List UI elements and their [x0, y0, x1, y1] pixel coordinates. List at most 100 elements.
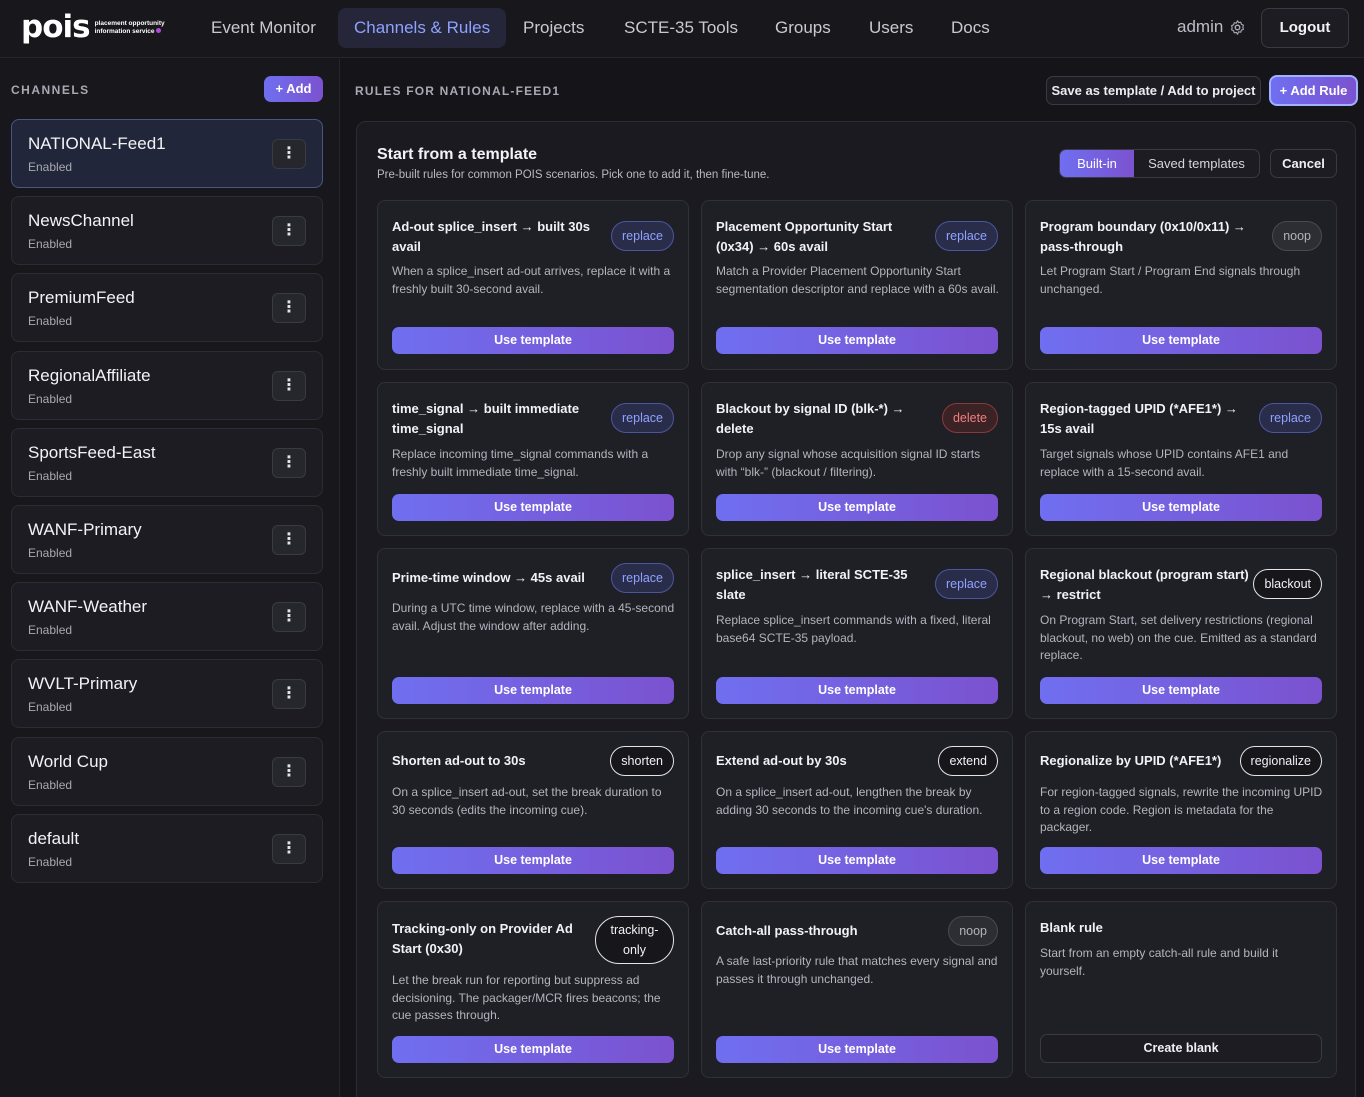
- channel-item-wanf-weather[interactable]: WANF-Weather Enabled ⋮: [11, 582, 323, 651]
- channel-name: RegionalAffiliate: [28, 366, 151, 385]
- channel-item-world-cup[interactable]: World Cup Enabled ⋮: [11, 737, 323, 806]
- current-user-name[interactable]: admin: [1177, 17, 1223, 37]
- template-description: Drop any signal whose acquisition signal…: [716, 447, 981, 479]
- template-title: Shorten ad-out to 30s: [392, 753, 526, 768]
- channel-item-wanf-primary[interactable]: WANF-Primary Enabled ⋮: [11, 505, 323, 574]
- channel-menu-icon[interactable]: ⋮: [272, 602, 306, 632]
- channel-menu-icon[interactable]: ⋮: [272, 834, 306, 864]
- template-panel-subtitle: Pre-built rules for common POIS scenario…: [377, 169, 770, 181]
- channel-name: WVLT-Primary: [28, 674, 138, 693]
- template-card-blank: Blank rule Start from an empty catch-all…: [1025, 901, 1337, 1078]
- use-template-button[interactable]: Use template: [392, 847, 674, 874]
- channel-status: Enabled: [28, 855, 73, 869]
- template-card: time_signal → built immediate time_signa…: [377, 382, 689, 536]
- channel-status: Enabled: [28, 160, 73, 174]
- channel-item-sportsfeed-east[interactable]: SportsFeed-East Enabled ⋮: [11, 428, 323, 497]
- use-template-button[interactable]: Use template: [392, 677, 674, 704]
- use-template-button[interactable]: Use template: [716, 1036, 998, 1063]
- channel-menu-icon[interactable]: ⋮: [272, 139, 306, 169]
- channel-item-newschannel[interactable]: NewsChannel Enabled ⋮: [11, 196, 323, 265]
- action-badge: replace: [935, 569, 998, 599]
- template-card: Region-tagged UPID (*AFE1*) → 15s avail …: [1025, 382, 1337, 536]
- logout-button[interactable]: Logout: [1261, 8, 1349, 48]
- action-badge: noop: [1272, 221, 1322, 251]
- use-template-button[interactable]: Use template: [716, 677, 998, 704]
- template-card: Blackout by signal ID (blk-*) → delete d…: [701, 382, 1013, 536]
- channel-menu-icon[interactable]: ⋮: [272, 679, 306, 709]
- use-template-button[interactable]: Use template: [716, 847, 998, 874]
- logo-wordmark: pois: [21, 9, 91, 45]
- template-description: A safe last-priority rule that matches e…: [716, 954, 998, 986]
- action-badge: replace: [935, 221, 998, 251]
- add-channel-button[interactable]: + Add: [264, 76, 323, 102]
- template-description: On a splice_insert ad-out, set the break…: [392, 785, 662, 817]
- template-card: Catch-all pass-through noop A safe last-…: [701, 901, 1013, 1078]
- template-card: Extend ad-out by 30s extend On a splice_…: [701, 731, 1013, 889]
- channel-menu-icon[interactable]: ⋮: [272, 293, 306, 323]
- channel-item-wvlt-primary[interactable]: WVLT-Primary Enabled ⋮: [11, 659, 323, 728]
- nav-docs[interactable]: Docs: [935, 8, 1006, 48]
- nav-users[interactable]: Users: [853, 8, 929, 48]
- nav-projects[interactable]: Projects: [507, 8, 600, 48]
- channel-status: Enabled: [28, 314, 73, 328]
- tab-built-in[interactable]: Built-in: [1060, 150, 1134, 177]
- template-description: Match a Provider Placement Opportunity S…: [716, 264, 999, 296]
- add-rule-button[interactable]: + Add Rule: [1269, 75, 1358, 106]
- template-description: Replace incoming time_signal commands wi…: [392, 447, 649, 479]
- use-template-button[interactable]: Use template: [716, 494, 998, 521]
- template-picker-panel: Start from a template Pre-built rules fo…: [356, 121, 1356, 1097]
- save-as-template-button[interactable]: Save as template / Add to project: [1046, 76, 1261, 105]
- gear-icon[interactable]: [1229, 19, 1246, 36]
- use-template-button[interactable]: Use template: [716, 327, 998, 354]
- template-card: Prime-time window → 45s avail replace Du…: [377, 548, 689, 719]
- template-description: On a splice_insert ad-out, lengthen the …: [716, 785, 983, 817]
- tab-saved-templates[interactable]: Saved templates: [1134, 150, 1259, 177]
- create-blank-button[interactable]: Create blank: [1040, 1034, 1322, 1063]
- channel-menu-icon[interactable]: ⋮: [272, 371, 306, 401]
- pois-logo[interactable]: pois placement opportunity information s…: [21, 12, 175, 43]
- template-title: Blank rule: [1040, 920, 1103, 935]
- logo-tagline: placement opportunity information servic…: [94, 20, 165, 35]
- template-description: During a UTC time window, replace with a…: [392, 601, 675, 633]
- channel-menu-icon[interactable]: ⋮: [272, 448, 306, 478]
- template-title: Extend ad-out by 30s: [716, 753, 847, 768]
- template-title: Regionalize by UPID (*AFE1*): [1040, 753, 1222, 768]
- nav-groups[interactable]: Groups: [759, 8, 847, 48]
- use-template-button[interactable]: Use template: [1040, 327, 1322, 354]
- template-description: Target signals whose UPID contains AFE1 …: [1040, 447, 1289, 479]
- template-description: Replace splice_insert commands with a fi…: [716, 613, 991, 645]
- template-card: splice_insert → literal SCTE-35 slate re…: [701, 548, 1013, 719]
- nav-channels-rules[interactable]: Channels & Rules: [338, 8, 507, 48]
- nav-event-monitor[interactable]: Event Monitor: [195, 8, 332, 48]
- use-template-button[interactable]: Use template: [392, 494, 674, 521]
- channel-menu-icon[interactable]: ⋮: [272, 757, 306, 787]
- action-badge: blackout: [1253, 569, 1322, 599]
- use-template-button[interactable]: Use template: [1040, 847, 1322, 874]
- action-badge: replace: [611, 563, 674, 593]
- channel-status: Enabled: [28, 469, 73, 483]
- rules-heading: RULES FOR NATIONAL-FEED1: [355, 84, 561, 98]
- template-title: Placement Opportunity Start (0x34) → 60s…: [716, 219, 893, 254]
- channel-menu-icon[interactable]: ⋮: [272, 216, 306, 246]
- use-template-button[interactable]: Use template: [392, 327, 674, 354]
- channel-item-default[interactable]: default Enabled ⋮: [11, 814, 323, 883]
- use-template-button[interactable]: Use template: [1040, 494, 1322, 521]
- action-badge: delete: [941, 403, 998, 433]
- use-template-button[interactable]: Use template: [1040, 677, 1322, 704]
- channel-menu-icon[interactable]: ⋮: [272, 525, 306, 555]
- use-template-button[interactable]: Use template: [392, 1036, 674, 1063]
- nav-scte35-tools[interactable]: SCTE-35 Tools: [608, 8, 754, 48]
- channel-status: Enabled: [28, 623, 73, 637]
- channel-item-national-feed1[interactable]: NATIONAL-Feed1 Enabled ⋮: [11, 119, 323, 188]
- cancel-button[interactable]: Cancel: [1270, 149, 1337, 178]
- action-badge: extend: [938, 746, 998, 776]
- channel-item-regionalaffiliate[interactable]: RegionalAffiliate Enabled ⋮: [11, 351, 323, 420]
- channel-name: WANF-Primary: [28, 520, 142, 539]
- template-title: splice_insert → literal SCTE-35 slate: [716, 567, 908, 602]
- channel-name: SportsFeed-East: [28, 443, 156, 462]
- channel-status: Enabled: [28, 237, 73, 251]
- channel-item-premiumfeed[interactable]: PremiumFeed Enabled ⋮: [11, 273, 323, 342]
- template-title: Ad-out splice_insert → built 30s avail: [392, 219, 590, 254]
- template-card: Tracking-only on Provider Ad Start (0x30…: [377, 901, 689, 1078]
- channels-sidebar: CHANNELS + Add NATIONAL-Feed1 Enabled ⋮ …: [0, 59, 340, 1097]
